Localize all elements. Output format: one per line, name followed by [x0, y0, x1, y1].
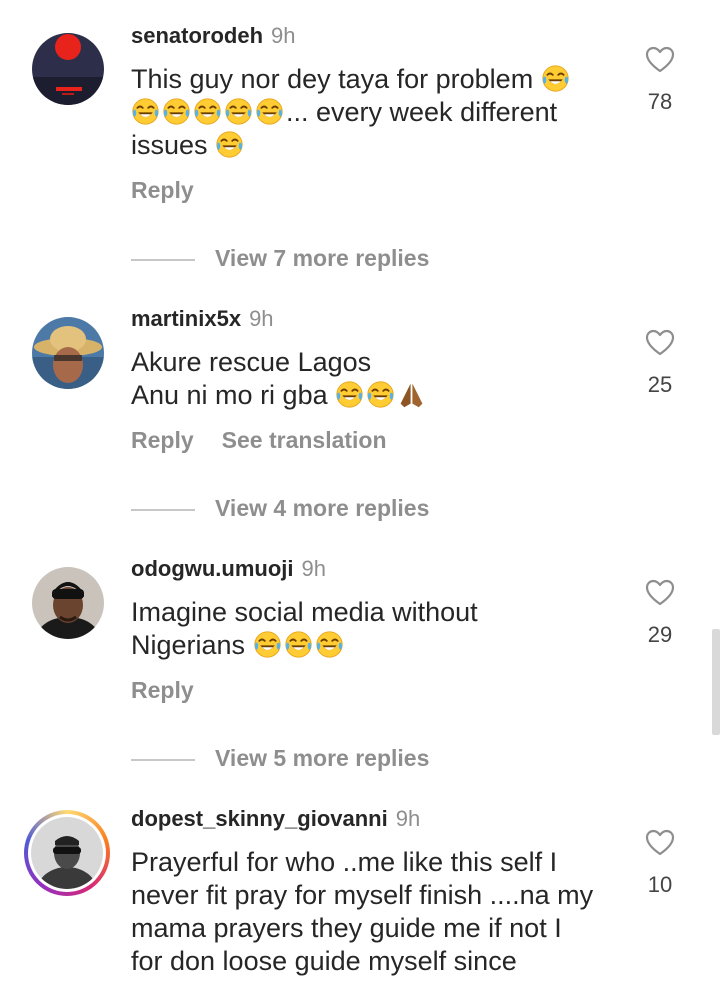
- reply-button[interactable]: Reply: [131, 177, 194, 203]
- heart-icon[interactable]: [643, 327, 677, 359]
- username[interactable]: odogwu.umuoji: [131, 556, 294, 581]
- timestamp: 9h: [395, 806, 421, 831]
- face-with-tears-of-joy-icon: [284, 630, 313, 659]
- like-count: 78: [647, 89, 673, 114]
- sunglasses-man-avatar: [31, 817, 103, 889]
- heart-icon[interactable]: [643, 44, 677, 76]
- like-control: 78: [640, 44, 680, 115]
- divider-line: [131, 258, 195, 261]
- sunset-avatar[interactable]: [32, 33, 104, 105]
- like-control: 25: [640, 327, 680, 398]
- like-count: 10: [647, 872, 673, 897]
- heart-icon[interactable]: [643, 577, 677, 609]
- face-with-tears-of-joy-icon: [162, 97, 191, 126]
- heart-icon[interactable]: [643, 827, 677, 859]
- face-with-tears-of-joy-icon: [215, 130, 244, 159]
- like-control: 10: [640, 827, 680, 898]
- view-replies-button[interactable]: View 5 more replies: [131, 743, 429, 773]
- face-with-tears-of-joy-icon: [193, 97, 222, 126]
- comment-text: This guy nor dey taya for problem ... ev…: [131, 63, 621, 162]
- face-with-tears-of-joy-icon: [131, 97, 160, 126]
- username[interactable]: dopest_skinny_giovanni: [131, 806, 388, 831]
- like-count: 25: [647, 372, 673, 397]
- view-replies-button[interactable]: View 7 more replies: [131, 243, 429, 273]
- timestamp: 9h: [301, 556, 327, 581]
- face-with-tears-of-joy-icon: [253, 630, 282, 659]
- face-with-tears-of-joy-icon: [541, 64, 570, 93]
- story-ring[interactable]: [24, 810, 110, 896]
- comment-text: Prayerful for who ..me like this self I …: [131, 847, 594, 976]
- face-with-tears-of-joy-icon: [335, 380, 364, 409]
- see-translation-button[interactable]: See translation: [222, 427, 387, 453]
- view-replies-button[interactable]: View 4 more replies: [131, 493, 429, 523]
- straw-hat-avatar[interactable]: [32, 317, 104, 389]
- beanie-man-avatar[interactable]: [32, 567, 104, 639]
- face-with-tears-of-joy-icon: [366, 380, 395, 409]
- divider-line: [131, 508, 195, 511]
- face-with-tears-of-joy-icon: [315, 630, 344, 659]
- timestamp: 9h: [271, 23, 296, 48]
- face-with-tears-of-joy-icon: [255, 97, 284, 126]
- face-with-tears-of-joy-icon: [224, 97, 253, 126]
- like-count: 29: [647, 622, 673, 647]
- scrollbar[interactable]: [712, 629, 720, 735]
- folded-hands-icon: [397, 380, 426, 409]
- divider-line: [131, 758, 195, 761]
- comment-text: Imagine social media without Nigerians: [131, 597, 478, 660]
- username[interactable]: senatorodeh: [131, 23, 263, 48]
- username[interactable]: martinix5x: [131, 306, 241, 331]
- reply-button[interactable]: Reply: [131, 677, 194, 703]
- like-control: 29: [640, 577, 680, 648]
- timestamp: 9h: [249, 306, 274, 331]
- comment-text: Akure rescue Lagos Anu ni mo ri gba: [131, 346, 621, 412]
- reply-button[interactable]: Reply: [131, 427, 194, 453]
